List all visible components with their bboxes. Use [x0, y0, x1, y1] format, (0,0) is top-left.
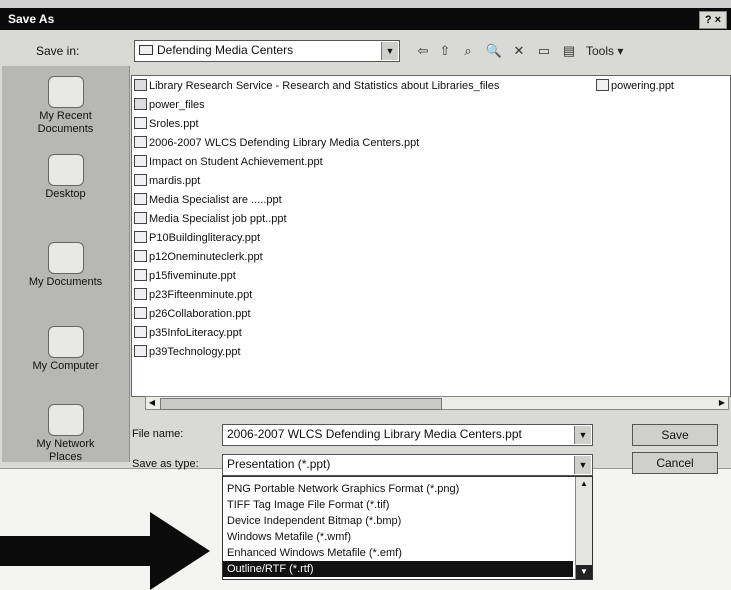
ppt-file-icon	[134, 250, 147, 262]
save-button[interactable]: Save	[632, 424, 718, 446]
place-my-network-places[interactable]: My Network Places	[2, 404, 129, 464]
save-in-dropdown[interactable]: Defending Media Centers ▼	[134, 40, 400, 62]
list-item[interactable]: p26Collaboration.ppt	[134, 305, 251, 323]
scroll-right-icon[interactable]: ▶	[716, 397, 728, 409]
folder-icon	[139, 45, 153, 55]
ppt-file-icon	[134, 136, 147, 148]
ppt-file-icon	[134, 269, 147, 281]
my-documents-icon	[47, 242, 84, 274]
horizontal-scrollbar[interactable]: ◀ ▶	[145, 396, 729, 410]
type-option[interactable]: Windows Metafile (*.wmf)	[223, 529, 573, 545]
ppt-file-icon	[134, 155, 147, 167]
title-bar: Save As ? ×	[0, 8, 731, 30]
recent-documents-icon	[47, 76, 84, 108]
list-item[interactable]: Media Specialist job ppt..ppt	[134, 210, 287, 228]
file-list[interactable]: Library Research Service - Research and …	[131, 75, 731, 397]
list-item[interactable]: powering.ppt	[596, 77, 674, 95]
chevron-down-icon[interactable]: ▼	[574, 426, 591, 444]
cancel-button[interactable]: Cancel	[632, 452, 718, 474]
file-name-field[interactable]: 2006-2007 WLCS Defending Library Media C…	[222, 424, 593, 446]
dialog-title: Save As	[8, 12, 55, 26]
save-as-type-options[interactable]: PNG Portable Network Graphics Format (*.…	[222, 476, 593, 580]
ppt-file-icon	[134, 345, 147, 357]
top-edge	[0, 0, 731, 8]
list-item[interactable]: Media Specialist are .....ppt	[134, 191, 282, 209]
save-in-label: Save in:	[36, 44, 80, 58]
scroll-up-icon[interactable]: ▲	[576, 477, 592, 491]
place-my-recent-documents[interactable]: My Recent Documents	[2, 76, 129, 136]
type-option[interactable]: Enhanced Windows Metafile (*.emf)	[223, 545, 573, 561]
save-in-value: Defending Media Centers	[157, 43, 294, 57]
views-icon[interactable]: ▤	[558, 41, 580, 61]
place-my-documents[interactable]: My Documents	[2, 242, 129, 289]
new-folder-icon[interactable]: ▭	[533, 41, 555, 61]
ppt-file-icon	[134, 212, 147, 224]
folder-icon	[134, 79, 147, 91]
search-icon[interactable]: 🔍	[483, 41, 505, 61]
scroll-down-icon[interactable]: ▼	[576, 565, 592, 579]
scroll-thumb[interactable]	[160, 398, 442, 410]
vertical-scrollbar[interactable]: ▲ ▼	[575, 477, 592, 579]
list-item[interactable]: Impact on Student Achievement.ppt	[134, 153, 323, 171]
ppt-file-icon	[134, 117, 147, 129]
type-option[interactable]: PNG Portable Network Graphics Format (*.…	[223, 481, 573, 497]
file-name-label: File name:	[132, 428, 184, 440]
ppt-file-icon	[596, 79, 609, 91]
list-item[interactable]: Library Research Service - Research and …	[134, 77, 499, 95]
places-bar: My Recent Documents Desktop My Documents…	[2, 66, 130, 464]
save-as-type-value: Presentation (*.ppt)	[227, 457, 331, 471]
chevron-down-icon[interactable]: ▼	[381, 42, 398, 60]
list-item[interactable]: p23Fifteenminute.ppt	[134, 286, 252, 304]
place-my-computer[interactable]: My Computer	[2, 326, 129, 373]
type-option-selected[interactable]: Outline/RTF (*.rtf)	[223, 561, 573, 577]
list-item[interactable]: Sroles.ppt	[134, 115, 199, 133]
search-web-icon[interactable]: ⌕	[457, 41, 479, 61]
my-computer-icon	[47, 326, 84, 358]
folder-icon	[134, 98, 147, 110]
pointer-arrow-icon	[150, 512, 210, 590]
file-name-value: 2006-2007 WLCS Defending Library Media C…	[227, 427, 522, 441]
pointer-arrow-body	[0, 536, 150, 566]
back-icon[interactable]: ⇦	[412, 41, 434, 61]
type-option[interactable]: Device Independent Bitmap (*.bmp)	[223, 513, 573, 529]
tools-menu-button[interactable]: Tools ▾	[586, 41, 623, 61]
list-item[interactable]: p12Oneminuteclerk.ppt	[134, 248, 263, 266]
ppt-file-icon	[134, 231, 147, 243]
ppt-file-icon	[134, 326, 147, 338]
list-item[interactable]: 2006-2007 WLCS Defending Library Media C…	[134, 134, 419, 152]
list-item[interactable]: p39Technology.ppt	[134, 343, 241, 361]
ppt-file-icon	[134, 307, 147, 319]
delete-icon[interactable]: ✕	[508, 41, 530, 61]
chevron-down-icon[interactable]: ▼	[574, 456, 591, 474]
desktop-icon	[47, 154, 84, 186]
list-item[interactable]: p15fiveminute.ppt	[134, 267, 236, 285]
place-desktop[interactable]: Desktop	[2, 154, 129, 201]
list-item[interactable]: mardis.ppt	[134, 172, 200, 190]
network-places-icon	[47, 404, 84, 436]
type-option[interactable]: TIFF Tag Image File Format (*.tif)	[223, 497, 573, 513]
ppt-file-icon	[134, 174, 147, 186]
ppt-file-icon	[134, 193, 147, 205]
save-as-type-label: Save as type:	[132, 458, 199, 470]
list-item[interactable]: P10Buildingliteracy.ppt	[134, 229, 260, 247]
list-item[interactable]: p35InfoLiteracy.ppt	[134, 324, 242, 342]
help-close-buttons[interactable]: ? ×	[699, 11, 727, 29]
scroll-left-icon[interactable]: ◀	[146, 397, 158, 409]
ppt-file-icon	[134, 288, 147, 300]
save-as-type-dropdown[interactable]: Presentation (*.ppt) ▼	[222, 454, 593, 476]
up-folder-icon[interactable]: ⇧	[434, 41, 456, 61]
save-as-dialog: Save As ? × Save in: Defending Media Cen…	[0, 0, 731, 476]
list-item[interactable]: power_files	[134, 96, 205, 114]
